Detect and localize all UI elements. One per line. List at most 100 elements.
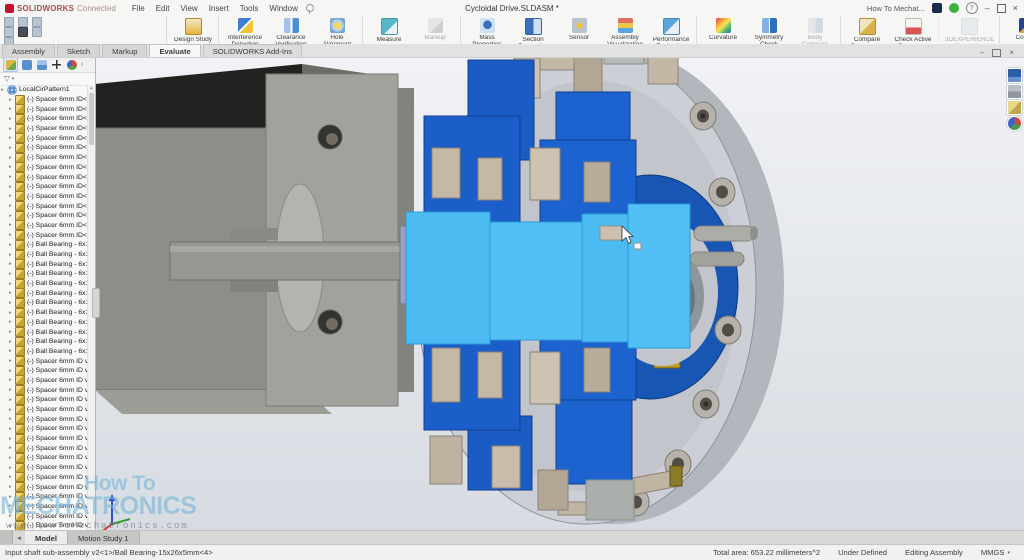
ribbon-button[interactable]: Assembly Visualization [602,16,648,44]
panel-tabs-overflow-icon[interactable]: › [81,61,83,68]
tree-item[interactable]: (-) Ball Bearing - 6x13x5mm [6,327,88,337]
ribbon-button[interactable]: Sensor [556,16,602,44]
doc-restore-icon[interactable] [992,49,1001,57]
ribbon-button[interactable]: Mass Properties [460,16,510,44]
tree-item[interactable]: (-) Ball Bearing - 6x13x5mm [6,240,88,250]
new-document-icon[interactable] [4,27,14,37]
undo-icon[interactable] [32,17,42,27]
tree-item[interactable]: (-) Spacer 6mm ID<11> (D [6,182,88,192]
ribbon-button[interactable]: Check Active Document [890,16,936,44]
input-shaft-selection[interactable] [406,204,690,348]
resources-icon[interactable] [1007,68,1022,83]
menu-item[interactable]: File [132,4,145,13]
tree-item[interactable]: (-) Spacer 6mm ID v3<12> [6,453,88,463]
display-manager-tab[interactable] [65,58,78,71]
roller-near-cursor[interactable] [600,226,622,240]
tree-item[interactable]: (-) Spacer 6mm ID v3<8> ( [6,414,88,424]
tree-item[interactable]: (-) Spacer 6mm ID v2<2> ( [6,502,88,512]
ribbon-button[interactable]: 3DEXPERIENCE Simulation Connector [938,16,997,44]
ribbon-button[interactable]: Performance Evaluation [648,16,694,44]
ribbon-button[interactable]: Compare Documents [840,16,890,44]
panel-splitter-handle[interactable] [92,288,100,318]
tree-item[interactable]: (-) Spacer 6mm ID<7> (Def [6,143,88,153]
tree-item[interactable]: (-) Spacer 6mm ID v3<3> ( [6,366,88,376]
menu-item[interactable]: View [181,4,198,13]
tree-item[interactable]: (-) Ball Bearing - 6x13x5mm [6,347,88,357]
ribbon-button[interactable]: Design Study [166,16,216,44]
ribbon-button[interactable]: Interference Detection [218,16,268,44]
tree-item[interactable]: (-) Spacer 6mm ID v3<14> [6,473,88,483]
tree-item[interactable]: (-) Spacer 6mm ID<4> (Def [6,114,88,124]
scroll-up-icon[interactable] [88,85,95,92]
tree-item[interactable]: (-) Ball Bearing - 6x13x5mm [6,269,88,279]
command-tab[interactable]: Assembly [2,44,55,57]
scrollbar-thumb[interactable] [89,93,94,145]
tree-item[interactable]: (-) Ball Bearing - 6x13x5mm [6,279,88,289]
tree-item[interactable]: (-) Spacer 6mm ID<15> (D [6,221,88,231]
filter-funnel-icon[interactable] [4,75,10,83]
command-tab[interactable]: Markup [102,44,147,57]
options-gear-icon[interactable] [4,37,14,44]
ribbon-button[interactable]: Section Properties [510,16,556,44]
appearances-icon[interactable] [32,27,42,37]
rebuild-icon[interactable] [18,27,28,37]
tree-item[interactable]: (-) Spacer 6mm ID v2<3> ( [6,511,88,521]
tree-item[interactable]: (-) Spacer 6mm ID v3<7> ( [6,405,88,415]
tree-item[interactable]: (-) Ball Bearing - 6x13x5mm [6,308,88,318]
dimxpert-manager-tab[interactable] [50,58,63,71]
cycloidal-drive-model[interactable] [95,57,1024,531]
ribbon-button[interactable]: Costing [999,16,1024,44]
tab-splitter-handle[interactable] [0,531,13,545]
command-tab[interactable]: Sketch [57,44,100,57]
tree-item[interactable]: (-) Spacer 6mm ID<2> (Def [6,95,88,105]
graphics-viewport[interactable] [95,57,1024,531]
tree-item[interactable]: (-) Spacer 6mm ID v3<6> ( [6,395,88,405]
ribbon-button[interactable]: Curvature [696,16,746,44]
tab-motion-study[interactable]: Motion Study 1 [68,531,140,545]
restore-button[interactable] [997,4,1006,13]
tree-item[interactable]: (-) Spacer 6mm ID v3<13> [6,463,88,473]
minimize-button[interactable]: – [985,4,990,13]
featuremanager-tree-tab[interactable] [3,57,18,72]
doc-minimize-icon[interactable]: – [980,49,984,57]
tree-item[interactable]: (-) Spacer 6mm ID<14> (D [6,211,88,221]
tree-item[interactable]: (-) Spacer 6mm ID v3<10> [6,434,88,444]
command-tab[interactable]: SOLIDWORKS Add-Ins [203,44,302,57]
account-name[interactable]: How To Mechat... [867,4,925,13]
tree-item[interactable]: (-) Spacer 6mm ID<12> (D [6,192,88,202]
tree-item[interactable]: (-) Spacer 6mm ID<10> (D [6,172,88,182]
pin-menu-icon[interactable] [306,4,314,12]
doc-close-icon[interactable]: × [1009,49,1014,57]
menu-item[interactable]: Window [269,4,297,13]
user-avatar[interactable] [949,3,959,13]
tree-item[interactable]: (-) Spacer 6mm ID<9> (Def [6,163,88,173]
tab-model[interactable]: Model [25,531,68,545]
tree-item[interactable]: (-) Spacer 6mm ID v3<2> ( [6,356,88,366]
menu-item[interactable]: Insert [209,4,229,13]
menu-item[interactable]: Tools [240,4,259,13]
tree-item[interactable]: (-) Spacer 6mm ID v3<11> [6,443,88,453]
tree-item[interactable]: (-) Ball Bearing - 6x13x5mm [6,337,88,347]
help-icon[interactable]: ? [966,2,978,14]
tree-item[interactable]: (-) Spacer 6mm ID<5> (Def [6,124,88,134]
tree-item[interactable]: (-) Spacer 6mm ID v3<15> [6,482,88,492]
tree-item[interactable]: (-) Spacer 6mm ID<13> (D [6,201,88,211]
save-icon[interactable] [18,17,28,27]
close-button[interactable]: × [1013,4,1018,13]
tree-item[interactable]: (-) Spacer 6mm ID<16> (D [6,230,88,240]
tree-item-pattern[interactable]: LocalCirPattern1 [0,85,88,95]
tree-item[interactable]: (-) Ball Bearing - 6x13x5mm [6,250,88,260]
appearances-scenes-icon[interactable] [1007,100,1022,115]
design-library-icon[interactable] [1007,84,1022,99]
tree-item[interactable]: (-) Spacer 6mm ID<8> (Def [6,153,88,163]
filter-caret-icon[interactable] [12,76,15,82]
custom-properties-icon[interactable] [1007,116,1022,131]
ribbon-button[interactable]: Body Compare [792,16,838,44]
tree-item[interactable]: (-) Spacer 6mm ID v3<4> ( [6,376,88,386]
tab-scroll-left-icon[interactable] [13,531,25,545]
tree-item[interactable]: (-) Ball Bearing - 6x13x5mm [6,298,88,308]
ribbon-button[interactable]: Hole Alignment [314,16,360,44]
tree-item[interactable]: (-) Ball Bearing - 6x13x5mm [6,318,88,328]
command-tab[interactable]: Evaluate [149,44,200,57]
home-icon[interactable] [4,17,14,27]
